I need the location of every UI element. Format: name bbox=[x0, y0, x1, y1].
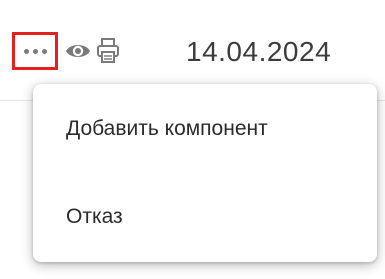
menu-item-refusal[interactable]: Отказ bbox=[66, 205, 123, 229]
screen: 14.04.2024 Добавить компонент Отказ bbox=[0, 0, 385, 279]
printer-icon[interactable] bbox=[94, 37, 122, 65]
context-menu: Добавить компонент Отказ bbox=[33, 84, 377, 262]
ellipsis-dot bbox=[32, 48, 38, 54]
row-date: 14.04.2024 bbox=[186, 36, 332, 67]
ellipsis-dot bbox=[23, 48, 29, 54]
row-actions bbox=[12, 30, 122, 72]
ellipsis-dot bbox=[41, 48, 47, 54]
menu-item-add-component[interactable]: Добавить компонент bbox=[66, 117, 268, 141]
eye-icon[interactable] bbox=[64, 40, 92, 62]
more-actions-button[interactable] bbox=[12, 32, 58, 70]
